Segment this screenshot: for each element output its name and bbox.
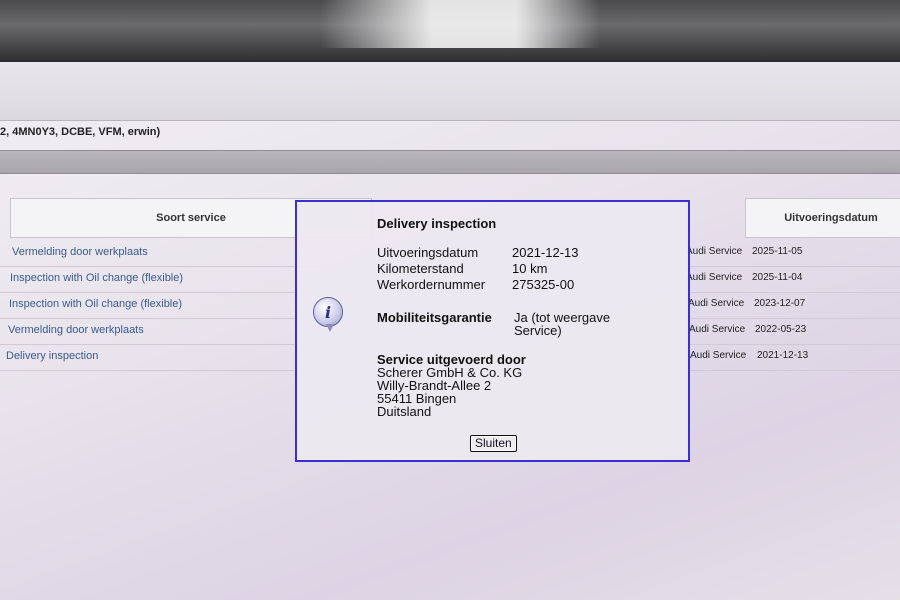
- organization-cell: Audi Service: [686, 272, 743, 283]
- organization-cell: Audi Service: [690, 350, 747, 361]
- service-type-cell: Inspection with Oil change (flexible): [9, 298, 183, 310]
- column-header-execution-date[interactable]: Uitvoeringsdatum: [745, 198, 900, 238]
- field-value-work-order: 275325-00: [512, 277, 575, 292]
- toolbar-band: [0, 150, 900, 174]
- service-type-cell: Vermelding door werkplaats: [12, 246, 148, 258]
- close-button[interactable]: Sluiten: [470, 435, 517, 452]
- dialog-title: Delivery inspection: [377, 216, 497, 231]
- mobility-guarantee-value-line2: Service): [514, 323, 562, 338]
- field-label-execution-date: Uitvoeringsdatum: [377, 245, 479, 260]
- service-detail-dialog: i Delivery inspection Uitvoeringsdatum 2…: [295, 200, 690, 462]
- date-cell: 2023-12-07: [754, 298, 806, 309]
- vehicle-info-line: 2, 4MN0Y3, DCBE, VFM, erwin): [0, 126, 161, 138]
- date-cell: 2025-11-04: [752, 272, 803, 283]
- date-cell: 2021-12-13: [757, 350, 809, 361]
- service-type-cell: Vermelding door werkplaats: [8, 324, 144, 336]
- field-value-mileage: 10 km: [512, 261, 548, 276]
- date-cell: 2025-11-05: [752, 246, 803, 257]
- field-label-work-order: Werkordernummer: [377, 277, 486, 292]
- mobility-guarantee-label: Mobiliteitsgarantie: [377, 310, 492, 325]
- field-label-mileage: Kilometerstand: [377, 261, 464, 276]
- window-glare: [320, 0, 600, 48]
- date-cell: 2022-05-23: [755, 324, 807, 335]
- organization-cell: Audi Service: [689, 324, 746, 335]
- organization-cell: Audi Service: [686, 246, 743, 257]
- provider-country: Duitsland: [377, 404, 432, 419]
- field-value-execution-date: 2021-12-13: [512, 245, 579, 260]
- top-strip: [0, 62, 900, 121]
- service-type-cell: Inspection with Oil change (flexible): [10, 272, 184, 284]
- monitor-bezel: [0, 0, 900, 62]
- service-type-cell: Delivery inspection: [6, 350, 99, 362]
- organization-cell: Audi Service: [688, 298, 745, 309]
- info-icon: i: [313, 297, 343, 332]
